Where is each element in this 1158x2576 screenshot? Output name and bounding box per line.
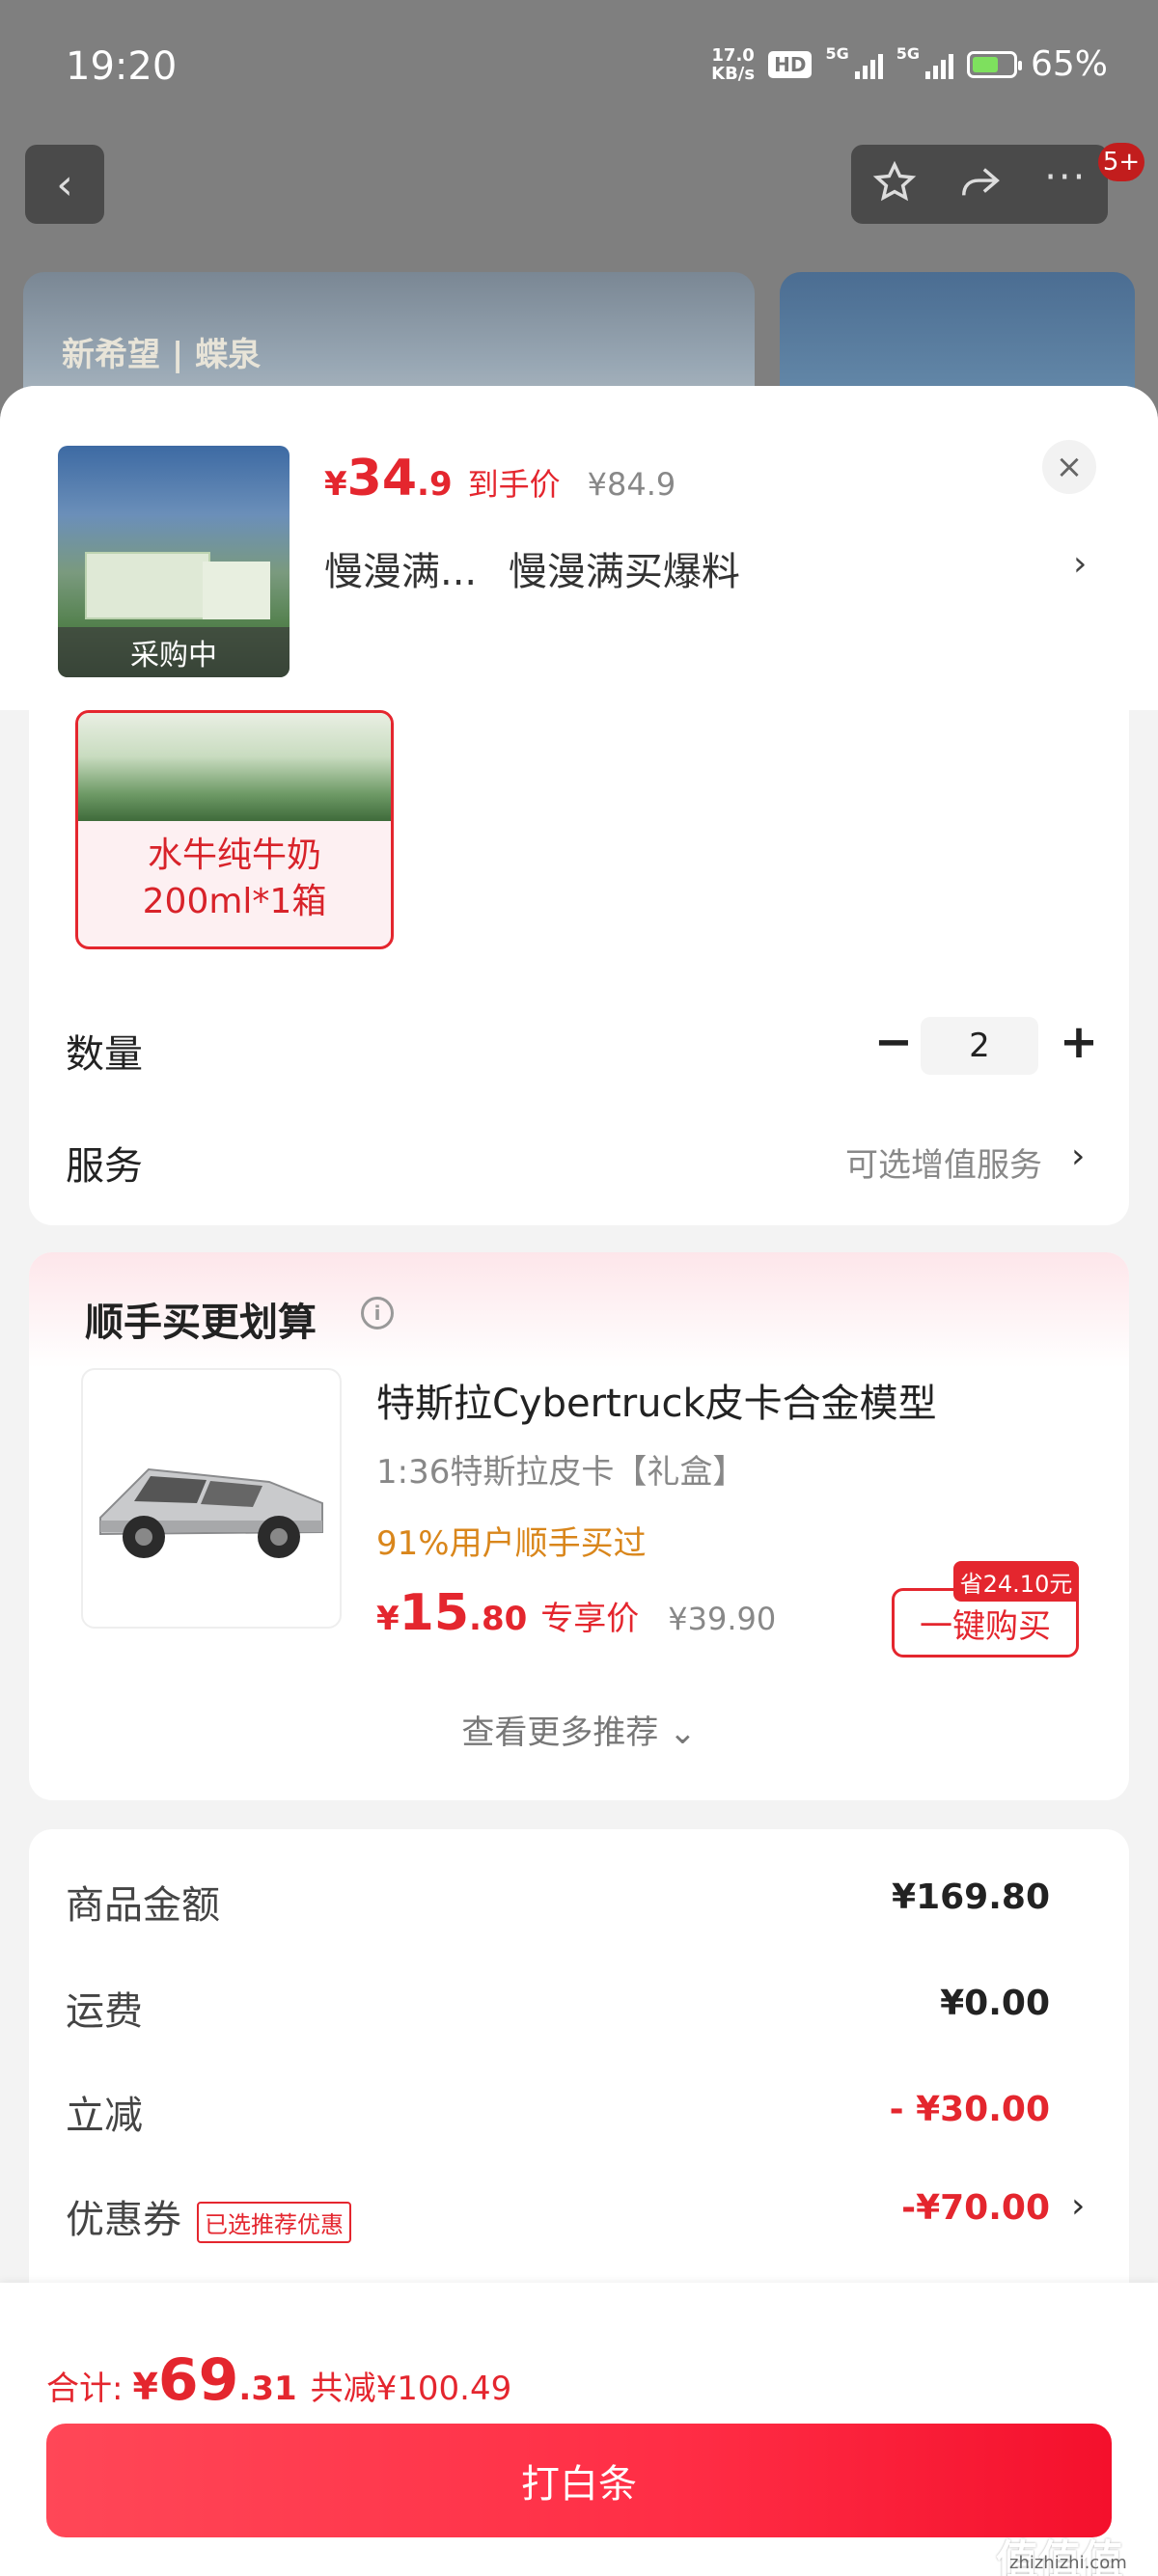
addon-price: 15: [399, 1584, 470, 1642]
subtotal-value: ¥169.80: [892, 1877, 1050, 1917]
addon-product-name[interactable]: 特斯拉Cybertruck皮卡合金模型: [376, 1372, 937, 1428]
addon-price-label: 专享价: [540, 1600, 640, 1638]
addon-title: 顺手买更划算: [85, 1301, 317, 1345]
chevron-left-icon: ‹: [56, 159, 73, 209]
brand-logo: 新希望 | 蝶泉: [62, 336, 262, 374]
coupon-value: -¥70.00: [901, 2188, 1050, 2228]
more-button[interactable]: ···: [1044, 158, 1087, 197]
promo-row[interactable]: 慢漫满... 慢漫满买爆料: [324, 540, 740, 596]
variant-option-selected[interactable]: 水牛纯牛奶 200ml*1箱: [75, 710, 394, 949]
coupon-row[interactable]: 优惠券 已选推荐优惠: [66, 2188, 351, 2244]
price-summary-card: 商品金额 ¥169.80 运费 ¥0.00 立减 - ¥30.00 优惠券 已选推…: [29, 1829, 1129, 2312]
total-price: 69: [157, 2346, 239, 2414]
thumbnail-status: 采购中: [58, 627, 290, 677]
back-button[interactable]: ‹: [25, 145, 104, 224]
coupon-applied-tag: 已选推荐优惠: [197, 2201, 351, 2243]
total-savings: 共减¥100.49: [310, 2370, 512, 2408]
battery-percent: 65%: [1030, 44, 1108, 84]
star-icon: [872, 160, 916, 202]
share-icon: [961, 168, 1000, 196]
variant-label: 水牛纯牛奶 200ml*1箱: [142, 836, 327, 921]
sheet-header: 采购中 ¥ 34 .9 到手价 ¥84.9 × 慢漫满... 慢漫满买爆料 ›: [0, 386, 1158, 710]
service-option-link[interactable]: 可选增值服务: [845, 1138, 1042, 1186]
addon-social-proof: 91%用户顺手买过: [376, 1524, 647, 1563]
purchase-sheet: 水牛纯牛奶 200ml*1箱 数量 − 2 + 服务 可选增值服务 › 采购中 …: [0, 386, 1158, 2576]
status-time: 19:20: [66, 44, 178, 89]
final-price-label: 到手价: [467, 466, 561, 503]
quantity-label: 数量: [66, 1032, 143, 1077]
promo-tag: 慢漫满...: [324, 550, 478, 594]
quantity-input[interactable]: 2: [921, 1017, 1038, 1075]
status-indicators: 17.0 KB/s HD 5G 5G 65%: [711, 44, 1108, 84]
subtotal-label: 商品金额: [66, 1883, 220, 1928]
close-button[interactable]: ×: [1042, 440, 1096, 494]
original-price: ¥84.9: [587, 466, 676, 503]
addon-product-variant: 1:36特斯拉皮卡【礼盒】: [376, 1453, 746, 1492]
final-price: 34: [346, 450, 418, 507]
discount-label: 立减: [66, 2094, 143, 2138]
close-icon: ×: [1055, 448, 1084, 486]
total-label: 合计:: [46, 2370, 124, 2408]
chevron-right-icon: ›: [1071, 2186, 1086, 2226]
discount-value: - ¥30.00: [889, 2090, 1050, 2129]
info-icon[interactable]: i: [361, 1297, 394, 1329]
watermark-url: zhizhizhi.com: [1009, 2553, 1127, 2573]
addon-price-row: ¥ 15 .80 专享价 ¥39.90: [376, 1584, 777, 1642]
quantity-decrease-button[interactable]: −: [865, 1013, 923, 1071]
shipping-label: 运费: [66, 1989, 143, 2034]
product-thumbnail[interactable]: 采购中: [58, 446, 290, 677]
notification-badge: 5+: [1098, 143, 1144, 181]
battery-fill: [972, 56, 998, 72]
promo-text: 慢漫满买爆料: [508, 550, 740, 594]
network-speed: 17.0 KB/s: [711, 44, 756, 84]
share-button[interactable]: [958, 160, 1003, 208]
signal-type-1: 5G: [825, 44, 849, 63]
hd-badge: HD: [768, 50, 813, 78]
variant-image: [78, 713, 391, 821]
signal-icon-2: [924, 50, 953, 79]
addon-original-price: ¥39.90: [668, 1601, 777, 1637]
signal-type-2: 5G: [896, 44, 920, 63]
signal-icon: [854, 50, 883, 79]
addon-card: 顺手买更划算 i 特斯拉Cybertruck皮卡合金模型 1:36特斯拉皮卡【礼…: [29, 1252, 1129, 1800]
favorite-button[interactable]: [872, 160, 917, 208]
pay-button[interactable]: 打白条: [46, 2424, 1112, 2537]
top-action-bar: ···: [851, 145, 1108, 224]
shipping-value: ¥0.00: [940, 1984, 1050, 2023]
service-label: 服务: [66, 1144, 143, 1189]
price-row: ¥ 34 .9 到手价 ¥84.9: [324, 450, 676, 507]
quantity-increase-button[interactable]: +: [1050, 1013, 1108, 1071]
see-more-recommendations[interactable]: 查看更多推荐 ⌄: [29, 1706, 1129, 1753]
chevron-right-icon: ›: [1071, 1137, 1086, 1176]
checkout-bar: 合计: ¥ 69 .31 共减¥100.49 打白条 值值值 zhizhizhi…: [0, 2283, 1158, 2576]
coupon-label: 优惠券: [66, 2198, 181, 2242]
addon-product-image[interactable]: [81, 1368, 342, 1629]
battery-icon: [966, 50, 1022, 78]
truck-model-icon: [99, 1467, 323, 1558]
status-bar: 19:20 17.0 KB/s HD 5G 5G 65%: [0, 0, 1158, 135]
total-row: 合计: ¥ 69 .31 共减¥100.49: [46, 2346, 512, 2414]
chevron-right-icon: ›: [1073, 544, 1088, 584]
savings-badge: 省24.10元: [953, 1561, 1079, 1602]
